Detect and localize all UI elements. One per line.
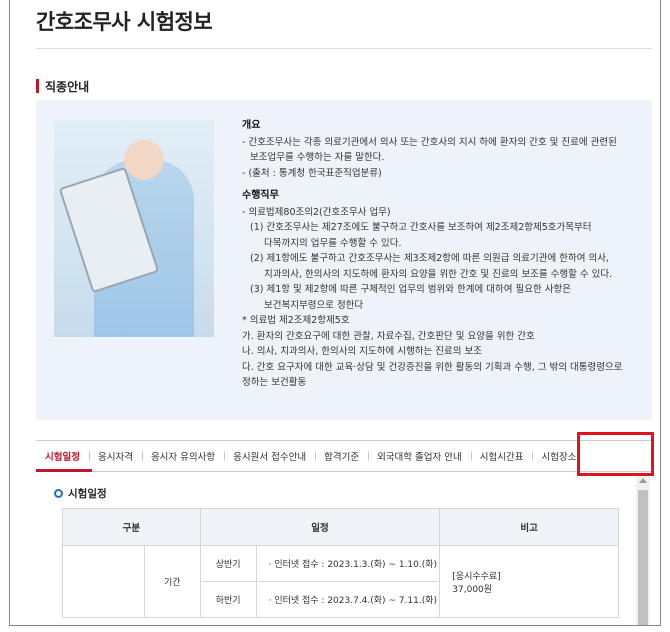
tab-timetable[interactable]: 시험시간표 [470,449,533,463]
duty-text: 치과의사, 한의사의 지도하에 환자의 요양을 위한 간호 및 진료의 보조를 … [264,268,613,280]
tab-eligibility[interactable]: 응시자격 [88,449,142,463]
law-text: - 의료법제80조의2(간호조무사 업무) [242,206,391,218]
table-header: 일정 [199,508,441,546]
tab-precautions[interactable]: 응시자 유의사항 [141,449,224,463]
schedule-title: 시험일정 [68,488,107,500]
highlight-box [577,432,654,476]
note-text: 나. 의사, 치과의사, 한의사의 지도하에 시행하는 진료의 보조 [242,346,482,357]
duty-text: (2) 제1항에도 불구하고 간호조무사는 제3조제2항에 따른 의원급 의료기… [250,253,609,264]
circle-bullet-icon [54,489,63,498]
schedule-heading: 시험일정 [54,486,107,501]
scrollbar[interactable] [636,476,650,625]
table-header: 비고 [439,508,619,546]
exam-tabs: 시험일정 응시자격 응시자 유의사항 응시원서 접수안내 합격기준 외국대학 졸… [36,440,652,472]
tab-application[interactable]: 응시원서 접수안내 [224,449,315,463]
nurse-photo [54,120,214,337]
fee-label: [응시수수료] [452,571,501,582]
overview-text: 보조업무를 수행하는 자를 말한다. [250,152,385,163]
fee-cell: [응시수수료] 37,000원 [439,545,619,618]
note-text: * 의료법 제2조제2항제5호 [242,315,350,326]
scroll-thumb[interactable] [638,490,648,625]
job-description: 개요 - 간호조무사는 각종 의료기관에서 의사 또는 간호사의 지시 하에 환… [242,118,642,391]
schedule-table: 구분 일정 비고 기간 상반기 · 인터넷 접수 : 2023.1.3.(화) … [62,508,619,618]
table-header-row: 구분 일정 비고 [62,508,619,546]
note-text: 정하는 보건활동 [242,377,307,388]
section-heading: 직종안내 [36,78,89,94]
note-text: 다. 간호 요구자에 대한 교육·상담 및 건강증진을 위한 활동의 기획과 수… [242,361,623,373]
duty-text: 다목까지의 업무를 수행할 수 있다. [264,237,402,249]
page-frame: 간호조무사 시험정보 직종안내 개요 - 간호조무사는 각종 의료기관에서 의사… [9,0,661,626]
table-row: 기간 상반기 · 인터넷 접수 : 2023.1.3.(화) ~ 1.10.(화… [62,545,619,618]
tab-schedule[interactable]: 시험일정 [36,449,89,463]
table-cell [62,545,145,618]
section-title: 직종안내 [45,79,90,94]
half-label: 하반기 [199,581,257,618]
period-label: 기간 [143,545,201,618]
duty-text: (1) 간호조무사는 제27조에도 불구하고 간호사를 보조하여 제2조제2항제… [250,222,592,233]
fee-value: 37,000원 [452,584,493,595]
duty-text: 보건복지부령으로 정한다 [264,299,364,311]
schedule-text: · 인터넷 접수 : 2023.7.4.(화) ~ 7.11.(화) [255,581,441,618]
page-title: 간호조무사 시험정보 [36,10,213,34]
job-info-box: 개요 - 간호조무사는 각종 의료기관에서 의사 또는 간호사의 지시 하에 환… [36,100,652,420]
tab-foreign-graduates[interactable]: 외국대학 졸업자 안내 [368,449,471,463]
half-label: 상반기 [199,545,257,582]
duty-text: (3) 제1항 및 제2항에 따른 구체적인 업무의 범위와 한계에 대하여 필… [250,284,571,295]
schedule-text: · 인터넷 접수 : 2023.1.3.(화) ~ 1.10.(화) [255,545,441,582]
section-bar [36,79,39,93]
active-tab-indicator [36,469,92,472]
source-text: - (출처 : 통계청 한국표준직업분류) [242,167,382,179]
overview-text: - 간호조무사는 각종 의료기관에서 의사 또는 간호사의 지시 하에 환자의 … [242,136,617,148]
tab-pass-criteria[interactable]: 합격기준 [315,449,368,463]
scroll-up-icon[interactable] [639,478,647,483]
overview-heading: 개요 [242,120,261,131]
title-divider [36,48,652,49]
table-header: 구분 [62,508,201,546]
note-text: 가. 환자의 간호요구에 대한 관찰, 자료수집, 간호판단 및 요양을 위한 … [242,330,535,342]
duties-heading: 수행직무 [242,190,279,201]
